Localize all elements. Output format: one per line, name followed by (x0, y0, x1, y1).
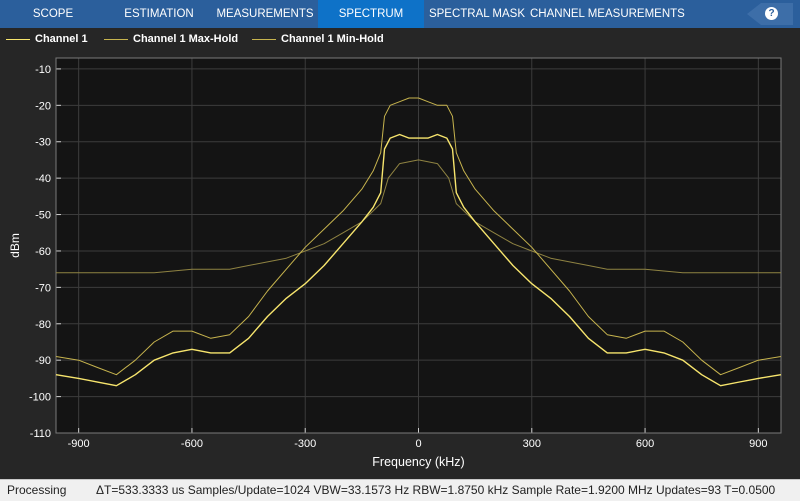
legend-item-min-hold[interactable]: Channel 1 Min-Hold (252, 28, 384, 50)
status-metrics: ΔT=533.3333 us Samples/Update=1024 VBW=3… (96, 483, 776, 497)
tab-measurements[interactable]: MEASUREMENTS (212, 0, 318, 28)
y-tick-label: -80 (35, 319, 51, 331)
y-tick-label: -90 (35, 355, 51, 367)
legend-item-max-hold[interactable]: Channel 1 Max-Hold (104, 28, 238, 50)
legend-label: Channel 1 (35, 33, 88, 45)
y-tick-label: -30 (35, 137, 51, 149)
spectrum-plot[interactable]: -900 -600 -300 0 300 600 900 -10 -20 -30 -40 -50 -60… (0, 50, 800, 479)
x-tick-label: -900 (68, 438, 90, 450)
y-tick-label: -40 (35, 173, 51, 185)
tab-scope[interactable]: SCOPE (0, 0, 106, 28)
line-icon (6, 38, 30, 40)
y-tick-label: -110 (30, 428, 51, 440)
help-icon[interactable]: ? (765, 7, 778, 20)
tab-channel-measurements[interactable]: CHANNEL MEASUREMENTS (530, 0, 685, 28)
x-axis-label: Frequency (kHz) (372, 455, 464, 469)
tab-spectral-mask[interactable]: SPECTRAL MASK (424, 0, 530, 28)
x-tick-label: 300 (523, 438, 541, 450)
line-icon (252, 38, 276, 40)
status-state: Processing (7, 483, 67, 497)
y-tick-label: -20 (35, 100, 51, 112)
x-tick-label: 0 (415, 438, 421, 450)
y-tick-label: -100 (29, 392, 51, 404)
status-bar: Processing ΔT=533.3333 us Samples/Update… (0, 479, 800, 501)
y-tick-label: -10 (35, 64, 51, 76)
x-tick-label: -600 (181, 438, 203, 450)
legend-label: Channel 1 Max-Hold (133, 33, 239, 45)
x-tick-label: 600 (636, 438, 654, 450)
x-tick-label: 900 (749, 438, 767, 450)
y-axis-label: dBm (8, 233, 22, 258)
legend-label: Channel 1 Min-Hold (281, 33, 384, 45)
x-tick-label: -300 (294, 438, 316, 450)
y-tick-label: -70 (35, 282, 51, 294)
tab-estimation[interactable]: ESTIMATION (106, 0, 212, 28)
legend: Channel 1 Channel 1 Max-Hold Channel 1 M… (0, 28, 800, 50)
y-tick-label: -60 (35, 246, 51, 258)
tab-spectrum[interactable]: SPECTRUM (318, 0, 424, 28)
line-icon (104, 38, 128, 40)
y-tick-label: -50 (35, 210, 51, 222)
toolstrip: SCOPE ESTIMATION MEASUREMENTS SPECTRUM S… (0, 0, 800, 28)
legend-item-channel-1[interactable]: Channel 1 (6, 28, 88, 50)
